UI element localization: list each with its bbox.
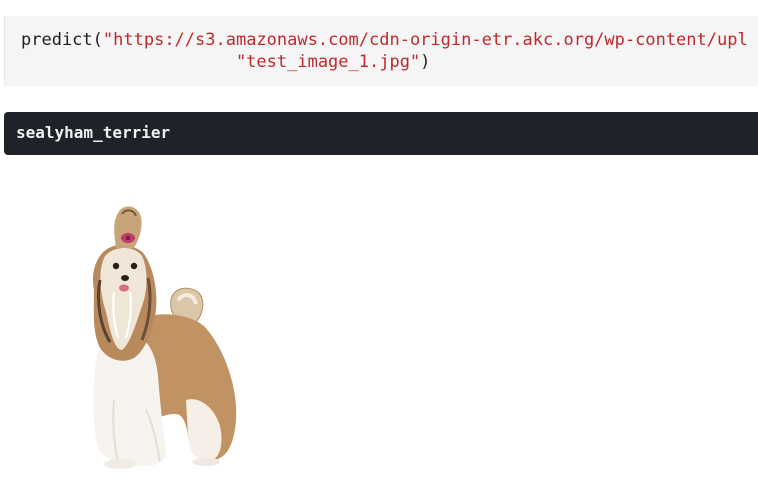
filename-string: "test_image_1.jpg" (235, 52, 421, 72)
shih-tzu-illustration (92, 206, 237, 469)
open-paren: ( (92, 30, 103, 50)
dog-image (86, 200, 246, 472)
url-string: "https://s3.amazonaws.com/cdn-origin-etr… (102, 30, 748, 50)
function-name: predict (21, 30, 93, 50)
notebook-page: predict("https://s3.amazonaws.com/cdn-or… (0, 0, 758, 492)
output-cell: sealyham_terrier (4, 112, 758, 155)
code-cell[interactable]: predict("https://s3.amazonaws.com/cdn-or… (4, 16, 758, 86)
code-line-2: "test_image_1.jpg") (21, 51, 430, 73)
prediction-output: sealyham_terrier (16, 123, 171, 142)
close-paren: ) (420, 52, 431, 72)
code-line-1: predict("https://s3.amazonaws.com/cdn-or… (21, 29, 748, 51)
